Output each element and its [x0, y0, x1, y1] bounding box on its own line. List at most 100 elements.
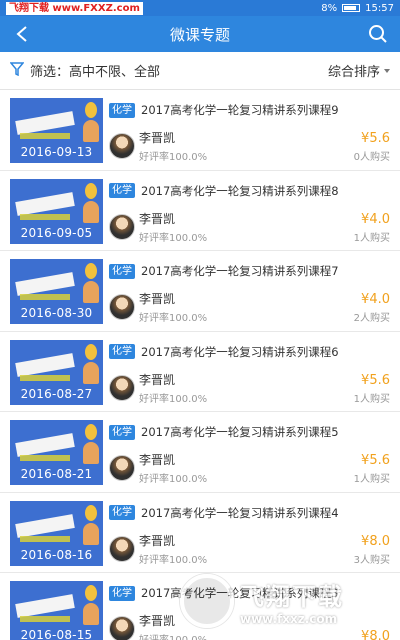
- course-header: 化学 2017高考化学一轮复习精讲系列课程5: [109, 422, 390, 442]
- teacher-info: 李晋凯 好评率100.0%: [109, 210, 207, 244]
- thumbnail-subtitle: [20, 455, 70, 461]
- course-meta: 李晋凯 好评率100.0% ¥4.0 1人购买: [109, 210, 390, 244]
- status-watermark: 飞翔下载 www.FXXZ.com: [6, 1, 143, 15]
- teacher-info: 李晋凯 好评率100.0%: [109, 371, 207, 405]
- avatar: [109, 294, 135, 320]
- course-title: 2017高考化学一轮复习精讲系列课程8: [141, 183, 339, 198]
- person-illustration: [83, 361, 99, 384]
- course-item[interactable]: 2016-09-13 化学 2017高考化学一轮复习精讲系列课程9 李晋凯 好评…: [0, 90, 400, 171]
- course-list: 2016-09-13 化学 2017高考化学一轮复习精讲系列课程9 李晋凯 好评…: [0, 90, 400, 640]
- balloon-icon: [85, 424, 97, 440]
- course-item[interactable]: 2016-08-21 化学 2017高考化学一轮复习精讲系列课程5 李晋凯 好评…: [0, 412, 400, 493]
- course-header: 化学 2017高考化学一轮复习精讲系列课程4: [109, 503, 390, 523]
- course-thumbnail: 2016-08-15: [10, 581, 103, 640]
- thumbnail-banner: [15, 191, 75, 216]
- course-date: 2016-08-15: [20, 628, 93, 640]
- price-block: ¥5.6 1人购买: [354, 453, 390, 485]
- watermark-title: 飞翔下载: [240, 582, 344, 611]
- subject-tag: 化学: [109, 263, 135, 279]
- page-title: 微课专题: [169, 25, 230, 44]
- rating: 好评率100.0%: [139, 474, 208, 485]
- course-date: 2016-08-27: [20, 386, 93, 401]
- price: ¥8.0: [361, 533, 390, 549]
- course-thumbnail: 2016-08-30: [10, 259, 103, 324]
- course-header: 化学 2017高考化学一轮复习精讲系列课程9: [109, 100, 390, 120]
- course-title: 2017高考化学一轮复习精讲系列课程9: [141, 103, 339, 117]
- status-right: 8% 15:57: [321, 3, 394, 14]
- filter-text: 筛选：高中不限、全部: [30, 65, 161, 80]
- search-icon[interactable]: [366, 22, 390, 46]
- status-left: 飞翔下载 www.FXXZ.com: [6, 1, 143, 15]
- course-item[interactable]: 2016-09-05 化学 2017高考化学一轮复习精讲系列课程8 李晋凯 好评…: [0, 171, 400, 251]
- watermark-url: www.fxxz.com: [240, 611, 338, 626]
- course-title: 2017高考化学一轮复习精讲系列课程7: [141, 264, 339, 278]
- course-info: 化学 2017高考化学一轮复习精讲系列课程4 李晋凯 好评率100.0% ¥8.…: [109, 501, 390, 573]
- sort-dropdown[interactable]: 综合排序: [328, 61, 390, 80]
- balloon-icon: [85, 102, 97, 118]
- back-icon[interactable]: [10, 22, 34, 46]
- course-header: 化学 2017高考化学一轮复习精讲系列课程6: [109, 342, 390, 362]
- rating: 好评率100.0%: [139, 152, 208, 163]
- course-header: 化学 2017高考化学一轮复习精讲系列课程7: [109, 261, 390, 281]
- course-meta: 李晋凯 好评率100.0% ¥8.0 3人购买: [109, 532, 390, 566]
- course-item[interactable]: 2016-08-27 化学 2017高考化学一轮复习精讲系列课程6 李晋凯 好评…: [0, 332, 400, 412]
- avatar: [109, 535, 135, 562]
- sort-label: 综合排序: [327, 65, 380, 80]
- subject-tag: 化学: [109, 183, 135, 198]
- filter-button[interactable]: 筛选：高中不限、全部: [9, 61, 161, 80]
- rating: 好评率100.0%: [139, 313, 208, 324]
- course-info: 化学 2017高考化学一轮复习精讲系列课程6 李晋凯 好评率100.0% ¥5.…: [109, 340, 390, 412]
- thumbnail-subtitle: [20, 133, 70, 139]
- avatar: [109, 374, 135, 401]
- price-block: ¥5.6 0人购买: [354, 131, 390, 163]
- course-item[interactable]: 2016-08-16 化学 2017高考化学一轮复习精讲系列课程4 李晋凯 好评…: [0, 493, 400, 573]
- subject-tag: 化学: [109, 424, 135, 440]
- balloon-icon: [85, 585, 97, 601]
- thumbnail-subtitle: [20, 616, 70, 622]
- buyer-count: 0人购买: [353, 152, 390, 163]
- buyer-count: 1人购买: [353, 474, 390, 485]
- teacher-name: 李晋凯: [139, 211, 176, 226]
- teacher-name: 李晋凯: [139, 533, 176, 548]
- price: ¥4.0: [361, 292, 390, 307]
- rating: 好评率100.0%: [139, 393, 208, 405]
- nav-bar: 微课专题: [0, 16, 400, 52]
- course-title: 2017高考化学一轮复习精讲系列课程5: [141, 425, 339, 439]
- price: ¥5.6: [361, 453, 390, 468]
- thumbnail-banner: [15, 111, 75, 135]
- teacher-text: 李晋凯 好评率100.0%: [139, 129, 207, 163]
- teacher-text: 李晋凯 好评率100.0%: [139, 451, 207, 485]
- teacher-info: 李晋凯 好评率100.0%: [109, 451, 207, 485]
- thumbnail-subtitle: [20, 213, 70, 220]
- thumbnail-banner: [15, 272, 75, 296]
- teacher-name: 李晋凯: [139, 131, 176, 145]
- course-thumbnail: 2016-09-13: [10, 98, 103, 163]
- course-date: 2016-08-30: [20, 306, 93, 320]
- course-meta: 李晋凯 好评率100.0% ¥4.0 2人购买: [109, 290, 390, 324]
- course-item[interactable]: 2016-08-30 化学 2017高考化学一轮复习精讲系列课程7 李晋凯 好评…: [0, 251, 400, 332]
- course-header: 化学 2017高考化学一轮复习精讲系列课程8: [109, 181, 390, 201]
- balloon-icon: [85, 182, 97, 199]
- buyer-count: 2人购买: [353, 313, 390, 324]
- price-block: ¥8.0 3人购买: [354, 534, 390, 566]
- course-info: 化学 2017高考化学一轮复习精讲系列课程5 李晋凯 好评率100.0% ¥5.…: [109, 420, 390, 492]
- course-meta: 李晋凯 好评率100.0% ¥5.6 0人购买: [109, 129, 390, 163]
- course-title: 2017高考化学一轮复习精讲系列课程4: [141, 505, 339, 520]
- teacher-name: 李晋凯: [139, 453, 176, 467]
- price-block: ¥4.0 2人购买: [354, 292, 390, 324]
- watermark-logo-icon: [180, 574, 234, 628]
- person-illustration: [83, 200, 99, 223]
- thumbnail-subtitle: [20, 374, 70, 381]
- course-thumbnail: 2016-09-05: [10, 178, 103, 244]
- price-block: ¥5.6 1人购买: [354, 373, 390, 405]
- course-thumbnail: 2016-08-21: [10, 420, 103, 485]
- teacher-text: 李晋凯 好评率100.0%: [139, 371, 207, 405]
- filter-icon: [9, 61, 25, 80]
- thumbnail-subtitle: [20, 535, 70, 542]
- course-date: 2016-08-21: [20, 467, 93, 481]
- course-date: 2016-08-16: [20, 547, 93, 562]
- chevron-down-icon: [384, 68, 390, 73]
- subject-tag: 化学: [109, 505, 135, 520]
- subject-tag: 化学: [109, 585, 135, 601]
- teacher-text: 李晋凯 好评率100.0%: [139, 290, 207, 324]
